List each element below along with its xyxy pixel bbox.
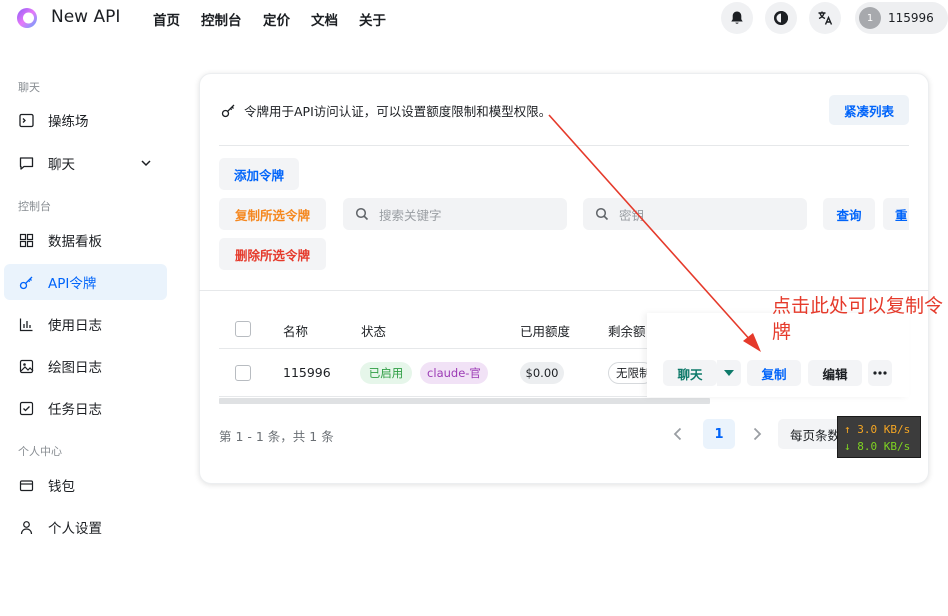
annotation-text: 点击此处可以复制令牌 <box>772 295 944 343</box>
